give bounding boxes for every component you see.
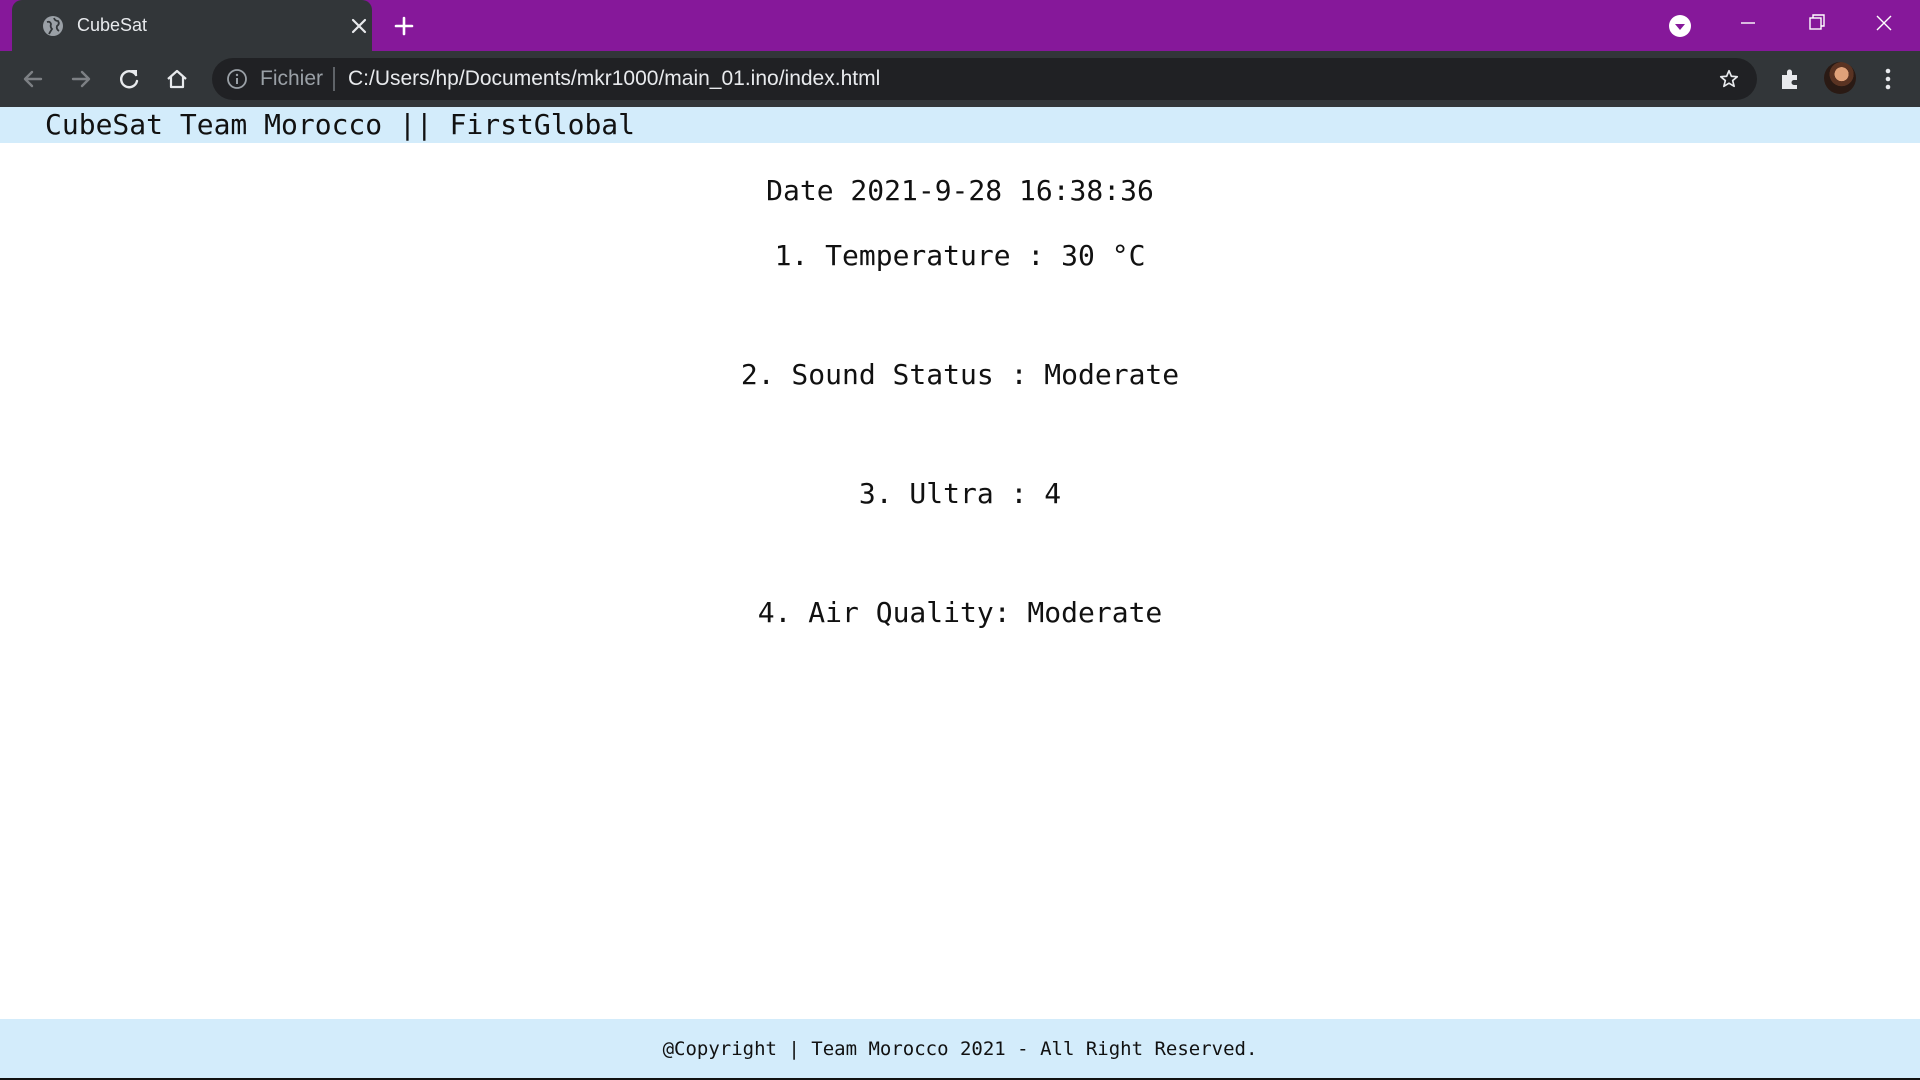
copyright-text: @Copyright | Team Morocco 2021 - All Rig…	[662, 1038, 1258, 1060]
info-icon[interactable]	[226, 68, 248, 90]
browser-toolbar: Fichier C:/Users/hp/Documents/mkr1000/ma…	[0, 51, 1920, 107]
ultra-reading: 3. Ultra : 4	[858, 477, 1062, 510]
web-page: CubeSat Team Morocco || FirstGlobal Date…	[0, 107, 1920, 1080]
omnibox-divider	[333, 67, 335, 91]
bookmark-star-icon[interactable]	[1718, 68, 1740, 90]
date-reading: Date 2021-9-28 16:38:36	[766, 174, 1154, 207]
site-scheme-label[interactable]: Fichier	[260, 68, 323, 90]
close-window-icon[interactable]	[1866, 8, 1902, 38]
back-arrow-icon[interactable]	[20, 66, 46, 92]
page-title: CubeSat Team Morocco || FirstGlobal	[45, 108, 636, 141]
extensions-puzzle-icon[interactable]	[1778, 66, 1804, 92]
browser-titlebar: CubeSat	[0, 0, 1920, 51]
new-tab-plus-icon[interactable]	[392, 14, 416, 38]
profile-avatar[interactable]	[1824, 62, 1856, 94]
close-tab-icon[interactable]	[348, 15, 370, 37]
page-footer: @Copyright | Team Morocco 2021 - All Rig…	[0, 1019, 1920, 1078]
sound-status-reading: 2. Sound Status : Moderate	[740, 358, 1180, 391]
home-icon[interactable]	[164, 66, 190, 92]
restore-window-icon[interactable]	[1798, 8, 1834, 38]
page-header: CubeSat Team Morocco || FirstGlobal	[0, 107, 1920, 143]
temperature-reading: 1. Temperature : 30 °C	[774, 239, 1146, 272]
air-quality-reading: 4. Air Quality: Moderate	[757, 596, 1163, 629]
url-text[interactable]: C:/Users/hp/Documents/mkr1000/main_01.in…	[348, 68, 880, 90]
reload-icon[interactable]	[116, 66, 142, 92]
forward-arrow-icon[interactable]	[68, 66, 94, 92]
address-bar[interactable]: Fichier C:/Users/hp/Documents/mkr1000/ma…	[212, 58, 1757, 100]
minimize-window-icon[interactable]	[1730, 8, 1766, 38]
browser-tab-cubesat[interactable]: CubeSat	[12, 0, 372, 51]
tab-title: CubeSat	[77, 15, 148, 35]
globe-icon	[43, 16, 63, 36]
more-menu-icon[interactable]	[1876, 66, 1900, 92]
tab-search-icon[interactable]	[1668, 14, 1692, 38]
